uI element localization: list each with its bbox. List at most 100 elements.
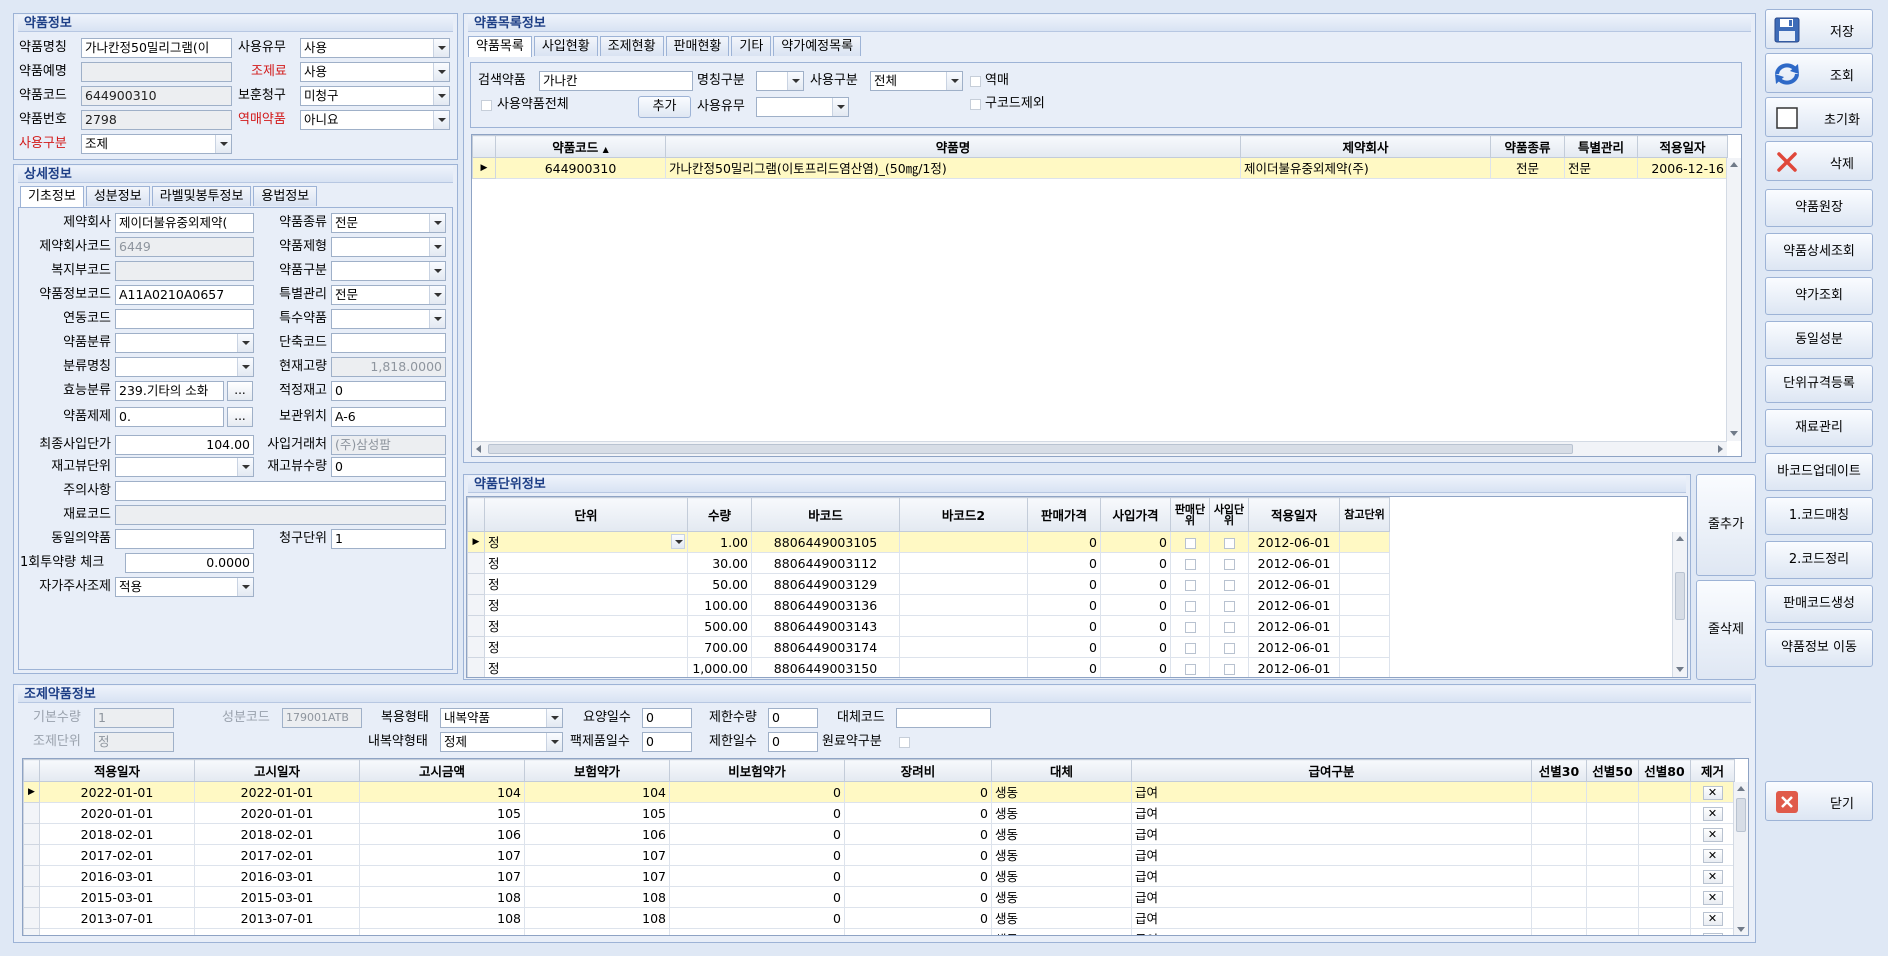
cell-notice-date[interactable]: 2016-03-01 xyxy=(194,865,360,887)
col-drug-kind[interactable]: 약품종류 xyxy=(1490,135,1565,158)
purchase-unit-checkbox[interactable] xyxy=(1209,657,1249,677)
link-code-field[interactable] xyxy=(115,309,254,329)
cell-notice-date[interactable]: 2017-02-01 xyxy=(194,844,360,866)
cell-unit[interactable]: 정 xyxy=(484,636,688,658)
tab-drug-list[interactable]: 약품목록 xyxy=(468,36,532,57)
cell-unit-apply-date[interactable]: 2012-06-01 xyxy=(1248,531,1340,553)
purchase-unit-checkbox[interactable] xyxy=(1209,552,1249,574)
drug-list-hscroll[interactable] xyxy=(472,441,1727,456)
barcode-update-button[interactable]: 바코드업데이트 xyxy=(1765,453,1873,491)
cell-apply-date[interactable]: 2006-12-16 xyxy=(1637,157,1728,179)
scroll-up-icon[interactable] xyxy=(1734,782,1748,796)
checkbox[interactable] xyxy=(1223,642,1235,654)
short-code-field[interactable] xyxy=(331,333,446,353)
cell-select80[interactable] xyxy=(1638,886,1691,908)
cell-purchase-price[interactable]: 0 xyxy=(1100,594,1171,616)
cell-non-insurance-price[interactable]: 0 xyxy=(669,844,845,866)
sale-unit-checkbox[interactable] xyxy=(1170,573,1210,595)
cell-select50[interactable] xyxy=(1586,886,1639,908)
cell-non-insurance-price[interactable]: 0 xyxy=(669,907,845,929)
price-grid-vscroll[interactable] xyxy=(1733,782,1748,935)
checkbox[interactable] xyxy=(1223,558,1235,570)
cell-purchase-price[interactable]: 0 xyxy=(1100,573,1171,595)
cell-barcode2[interactable] xyxy=(899,657,1028,677)
cell-insurance-price[interactable]: 108 xyxy=(524,907,670,929)
cell-sale-price[interactable]: 0 xyxy=(1027,657,1101,677)
cell-sale-price[interactable]: 0 xyxy=(1027,531,1101,553)
col-select50[interactable]: 선별50 xyxy=(1586,759,1639,782)
name-type-select[interactable] xyxy=(756,71,804,91)
cell-notice-date[interactable]: 2018-02-01 xyxy=(194,823,360,845)
table-row[interactable]: 2016-03-01 2016-03-01 107 107 0 0 생동 급여 ✕ xyxy=(23,865,1735,887)
cell-notice-amount[interactable]: 108 xyxy=(359,907,525,929)
table-row[interactable]: 정 1,000.00 8806449003150 0 0 2012-06-01 xyxy=(467,657,1390,677)
sale-unit-checkbox[interactable] xyxy=(1170,657,1210,677)
cell-incentive[interactable]: 0 xyxy=(844,781,992,803)
col-insurance-price[interactable]: 보험약가 xyxy=(524,759,670,782)
cell-barcode2[interactable] xyxy=(899,552,1028,574)
chevron-down-icon[interactable] xyxy=(215,135,231,153)
efficacy-field[interactable]: 239.기타의 소화 xyxy=(115,381,224,401)
cell-qty[interactable]: 100.00 xyxy=(687,594,752,616)
sales-code-button[interactable]: 판매코드생성 xyxy=(1765,585,1873,623)
remove-row-button[interactable]: ✕ xyxy=(1702,933,1723,935)
cell-insurance-price[interactable]: 108 xyxy=(524,886,670,908)
remove-row-button[interactable]: ✕ xyxy=(1702,912,1723,926)
cell-select30[interactable] xyxy=(1531,865,1587,887)
chevron-down-icon[interactable] xyxy=(546,709,562,727)
table-row[interactable]: 2015-03-01 2015-03-01 108 108 0 0 생동 급여 ✕ xyxy=(23,886,1735,908)
cell-select50[interactable] xyxy=(1586,865,1639,887)
purchase-unit-checkbox[interactable] xyxy=(1209,594,1249,616)
drug-alias-field[interactable] xyxy=(81,62,232,82)
purchase-unit-checkbox[interactable] xyxy=(1209,615,1249,637)
cell-non-insurance-price[interactable]: 0 xyxy=(669,802,845,824)
chevron-down-icon[interactable] xyxy=(832,98,848,116)
pack-days-field[interactable]: 0 xyxy=(642,732,692,752)
list-use-yn-select[interactable] xyxy=(756,97,849,117)
cell-purchase-price[interactable]: 0 xyxy=(1100,615,1171,637)
checkbox[interactable] xyxy=(1184,579,1196,591)
cell-incentive[interactable]: 0 xyxy=(844,907,992,929)
unit-spec-button[interactable]: 단위규격등록 xyxy=(1765,365,1873,403)
cell-select30[interactable] xyxy=(1531,802,1587,824)
cell-barcode2[interactable] xyxy=(899,594,1028,616)
query-button[interactable]: 조회 xyxy=(1765,53,1873,93)
cell-select30[interactable] xyxy=(1531,928,1587,935)
welfare-code-field[interactable] xyxy=(115,261,254,281)
cell-unit[interactable]: 정 xyxy=(484,657,688,677)
cell-ref-unit[interactable] xyxy=(1339,657,1390,677)
col-unit[interactable]: 단위 xyxy=(484,497,688,532)
cell-sale-price[interactable]: 0 xyxy=(1027,615,1101,637)
price-vscroll-thumb[interactable] xyxy=(1736,798,1746,832)
checkbox[interactable] xyxy=(1223,621,1235,633)
cell-sale-price[interactable]: 0 xyxy=(1027,636,1101,658)
cell-unit[interactable]: 정 xyxy=(484,552,688,574)
chevron-down-icon[interactable] xyxy=(787,72,803,90)
scroll-left-icon[interactable] xyxy=(476,445,481,453)
code-match-button[interactable]: 1.코드매칭 xyxy=(1765,497,1873,535)
cell-select30[interactable] xyxy=(1531,844,1587,866)
cell-unit[interactable]: 정 xyxy=(484,594,688,616)
cell-select80[interactable] xyxy=(1638,928,1691,935)
cell-incentive[interactable]: 0 xyxy=(844,928,992,935)
supplier-field[interactable]: (주)삼성팜 xyxy=(331,435,446,455)
current-stock-field[interactable]: 1,818.0000 xyxy=(331,357,446,377)
cell-drug-code[interactable]: 644900310 xyxy=(495,157,666,179)
checkbox[interactable] xyxy=(1184,558,1196,570)
storage-field[interactable]: A-6 xyxy=(331,407,446,427)
cell-non-insurance-price[interactable]: 0 xyxy=(669,865,845,887)
same-drug-field[interactable] xyxy=(115,529,254,549)
dispensing-fee-select[interactable]: 사용 xyxy=(300,62,450,82)
chevron-down-icon[interactable] xyxy=(237,458,253,476)
col-notice-amount[interactable]: 고시금액 xyxy=(359,759,525,782)
info-code-field[interactable]: A11A0210A0657 xyxy=(115,285,254,305)
cell-drug-kind[interactable]: 전문 xyxy=(1490,157,1565,179)
tab-purchase-status[interactable]: 사입현황 xyxy=(533,36,598,56)
scroll-right-icon[interactable] xyxy=(1718,445,1723,453)
code-clean-button[interactable]: 2.코드정리 xyxy=(1765,541,1873,579)
delete-row-button[interactable]: 줄삭제 xyxy=(1696,580,1756,680)
cell-incentive[interactable]: 0 xyxy=(844,823,992,845)
cell-notice-date[interactable]: 2022-01-01 xyxy=(194,781,360,803)
table-row[interactable]: 2012-07-012012-07-0112012000생동급여✕ xyxy=(23,928,1735,935)
checkbox[interactable] xyxy=(1223,600,1235,612)
